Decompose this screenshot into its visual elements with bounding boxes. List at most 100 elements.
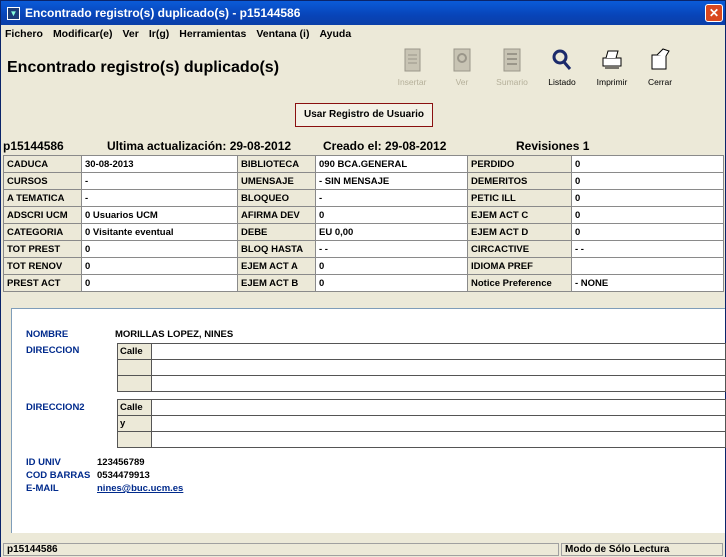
field-label: IDIOMA PREF	[467, 257, 572, 275]
menu-ir[interactable]: Ir(g)	[149, 28, 169, 40]
search-icon	[552, 49, 572, 70]
address-line[interactable]	[151, 343, 726, 360]
menu-ver[interactable]: Ver	[122, 28, 138, 40]
field-label: EJEM ACT B	[237, 274, 316, 292]
field-value[interactable]: 0	[315, 257, 468, 275]
field-value[interactable]: 0	[315, 274, 468, 292]
view-icon	[453, 48, 471, 72]
table-row: TOT PREST 0 BLOQ HASTA - - CIRCACTIVE - -	[3, 240, 724, 258]
field-label: EJEM ACT A	[237, 257, 316, 275]
y-label: y	[117, 415, 152, 432]
cod-barras-value[interactable]: 0534479913	[97, 470, 150, 481]
field-label: UMENSAJE	[237, 172, 316, 190]
field-value[interactable]: - SIN MENSAJE	[315, 172, 468, 190]
field-value[interactable]: - -	[571, 240, 724, 258]
created-date: Creado el: 29-08-2012	[323, 139, 447, 153]
field-value[interactable]: 0	[571, 172, 724, 190]
close-icon[interactable]: ✕	[705, 4, 723, 22]
summary-icon	[503, 48, 521, 72]
insertar-label: Insertar	[397, 77, 427, 87]
menu-fichero[interactable]: Fichero	[5, 28, 43, 40]
record-grid: CADUCA 30-08-2013 BIBLIOTECA 090 BCA.GENER…	[3, 155, 724, 292]
imprimir-label: Imprimir	[596, 77, 628, 87]
page-title: Encontrado registro(s) duplicado(s)	[7, 59, 280, 76]
email-link[interactable]: nines@buc.ucm.es	[97, 483, 183, 494]
address-line[interactable]	[151, 399, 726, 416]
field-label: PERDIDO	[467, 155, 572, 173]
table-row: CADUCA 30-08-2013 BIBLIOTECA 090 BCA.GENER…	[3, 155, 724, 173]
listado-button[interactable]: Listado	[537, 45, 587, 89]
table-row: PREST ACT 0 EJEM ACT B0 Notice Preference…	[3, 274, 724, 292]
address-line[interactable]	[151, 415, 726, 432]
field-value[interactable]: 0 Visitante eventual	[81, 223, 238, 241]
app-icon: ▼	[7, 6, 20, 20]
address-key	[117, 431, 152, 448]
direccion-table: Calle	[117, 343, 726, 392]
field-label: TOT RENOV	[3, 257, 82, 275]
field-value[interactable]: 30-08-2013	[81, 155, 238, 173]
id-univ-value[interactable]: 123456789	[97, 457, 145, 468]
insertar-button[interactable]: Insertar	[387, 45, 437, 89]
field-value[interactable]: 0	[81, 240, 238, 258]
menu-ventana[interactable]: Ventana (i)	[256, 28, 309, 40]
id-univ-label: ID UNIV	[26, 457, 61, 468]
title-bar: ▼ Encontrado registro(s) duplicado(s) - …	[1, 1, 725, 25]
field-value[interactable]: 0	[571, 189, 724, 207]
menu-bar: Fichero Modificar(e) Ver Ir(g) Herramien…	[1, 25, 725, 43]
field-label: BLOQ HASTA	[237, 240, 316, 258]
field-value[interactable]: 0	[571, 155, 724, 173]
field-label: CADUCA	[3, 155, 82, 173]
address-key	[117, 375, 152, 392]
address-line[interactable]	[151, 375, 726, 392]
table-row: CATEGORIA 0 Visitante eventual DEBE EU 0,0…	[3, 223, 724, 241]
field-label: PETIC ILL	[467, 189, 572, 207]
field-value[interactable]	[571, 257, 724, 275]
field-value[interactable]: - NONE	[571, 274, 724, 292]
address-line[interactable]	[151, 431, 726, 448]
field-label: EJEM ACT D	[467, 223, 572, 241]
menu-herramientas[interactable]: Herramientas	[179, 28, 246, 40]
revisions: Revisiones 1	[516, 139, 590, 153]
nombre-label: NOMBRE	[26, 329, 69, 340]
field-value[interactable]: 0	[81, 257, 238, 275]
direccion2-label: DIRECCION2	[26, 402, 85, 413]
field-label: TOT PREST	[3, 240, 82, 258]
field-value[interactable]: 090 BCA.GENERAL	[315, 155, 468, 173]
field-label: EJEM ACT C	[467, 206, 572, 224]
use-user-record-button[interactable]: Usar Registro de Usuario	[295, 103, 433, 127]
table-row: TOT RENOV 0 EJEM ACT A0 IDIOMA PREF	[3, 257, 724, 275]
field-value[interactable]: 0	[81, 274, 238, 292]
email-label: E-MAIL	[26, 483, 59, 494]
imprimir-button[interactable]: Imprimir	[587, 45, 637, 89]
table-row: CURSOS - UMENSAJE - SIN MENSAJE DEMERITOS 0	[3, 172, 724, 190]
header: Encontrado registro(s) duplicado(s) Inse…	[1, 43, 725, 93]
address-line[interactable]	[151, 359, 726, 376]
menu-modificar[interactable]: Modificar(e)	[53, 28, 113, 40]
printer-icon	[602, 50, 622, 69]
field-label: BIBLIOTECA	[237, 155, 316, 173]
menu-ayuda[interactable]: Ayuda	[319, 28, 351, 40]
close-door-icon	[651, 48, 670, 70]
field-value[interactable]: - -	[315, 240, 468, 258]
cerrar-button[interactable]: Cerrar	[635, 45, 685, 89]
field-value[interactable]: 0	[571, 223, 724, 241]
field-value[interactable]: -	[315, 189, 468, 207]
sumario-button[interactable]: Sumario	[487, 45, 537, 89]
field-value[interactable]: 0 Usuarios UCM	[81, 206, 238, 224]
field-label: DEMERITOS	[467, 172, 572, 190]
field-value[interactable]: -	[81, 189, 238, 207]
field-value[interactable]: 0	[315, 206, 468, 224]
nombre-value[interactable]: MORILLAS LOPEZ, NINES	[115, 329, 233, 340]
field-label: BLOQUEO	[237, 189, 316, 207]
field-value[interactable]: 0	[571, 206, 724, 224]
window-title: Encontrado registro(s) duplicado(s) - p1…	[25, 6, 301, 20]
status-bar: p15144586 Modo de Sólo Lectura	[1, 542, 725, 557]
record-info-line: p15144586 Ultima actualización: 29-08-20…	[1, 138, 725, 154]
field-value[interactable]: -	[81, 172, 238, 190]
direccion2-table: Calle y	[117, 399, 726, 448]
cod-barras-label: COD BARRAS	[26, 470, 91, 481]
ver-button[interactable]: Ver	[437, 45, 487, 89]
listado-label: Listado	[548, 77, 576, 87]
field-value[interactable]: EU 0,00	[315, 223, 468, 241]
record-id: p15144586	[3, 139, 64, 153]
